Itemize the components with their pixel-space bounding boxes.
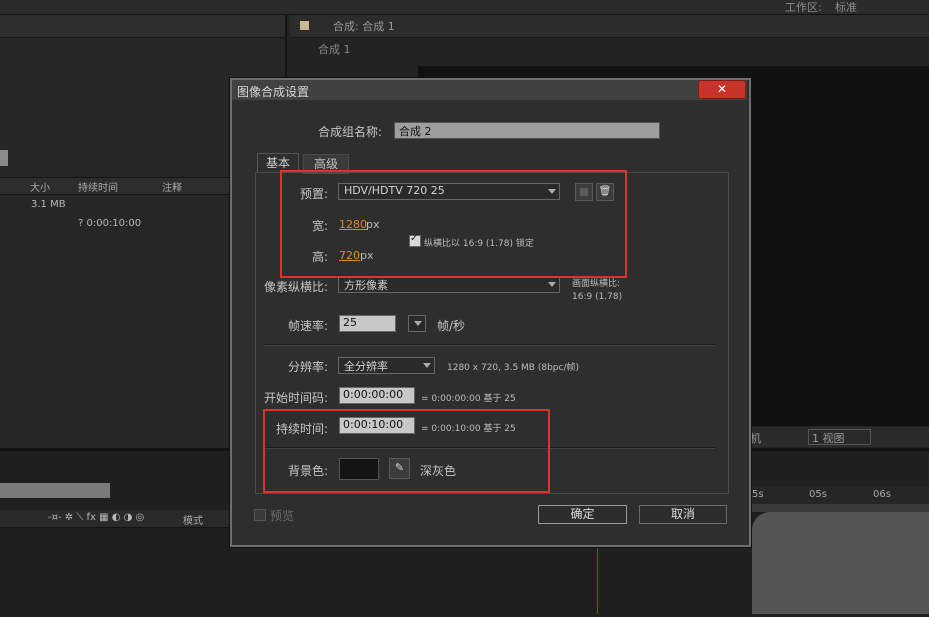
- preview-checkbox[interactable]: [254, 509, 266, 521]
- frame-rate-unit: 帧/秒: [437, 319, 466, 333]
- time-tick: 5s: [752, 489, 764, 500]
- frame-aspect-value: 16:9 (1.78): [572, 292, 623, 302]
- pixel-aspect-dropdown[interactable]: 方形像素: [338, 276, 560, 293]
- highlight-box-size: [280, 170, 627, 278]
- resolution-info: 1280 x 720, 3.5 MB (8bpc/帧): [447, 363, 579, 373]
- camera-select[interactable]: 机: [750, 430, 761, 446]
- column-comment[interactable]: 注释: [162, 179, 182, 194]
- frame-rate-input[interactable]: 25: [339, 315, 396, 332]
- close-button[interactable]: ✕: [698, 80, 746, 99]
- comp-name-label: 合成组名称:: [318, 125, 383, 139]
- switch-icons: -¤- ✲ ⟍ fx ▦ ◐ ◑ ◎: [48, 512, 145, 523]
- project-panel-tabbar: [0, 15, 285, 38]
- project-search-input[interactable]: [0, 150, 8, 166]
- divider: [263, 344, 715, 346]
- time-tick: 05s: [809, 489, 827, 500]
- column-duration[interactable]: 持续时间: [78, 179, 118, 194]
- resolution-dropdown[interactable]: 全分辨率: [338, 357, 435, 374]
- pixel-aspect-label: 像素纵横比:: [264, 280, 329, 294]
- frame-rate-dropdown[interactable]: [408, 315, 426, 332]
- cancel-button[interactable]: 取消: [639, 505, 727, 524]
- chevron-down-icon: [548, 282, 556, 287]
- tab-composition[interactable]: 合成: 合成 1: [300, 18, 395, 34]
- column-size[interactable]: 大小: [30, 179, 50, 194]
- composition-tab-label: 合成: 合成 1: [333, 20, 395, 33]
- mode-column-label: 模式: [183, 516, 203, 527]
- comp-name-input[interactable]: 合成 2: [394, 122, 660, 139]
- pixel-aspect-value: 方形像素: [344, 279, 388, 292]
- preview-label: 预览: [270, 509, 295, 523]
- ok-button[interactable]: 确定: [538, 505, 627, 524]
- frame-rate-label: 帧速率:: [288, 319, 329, 333]
- row-size: 3.1 MB: [31, 199, 66, 210]
- timeline-search-input[interactable]: [0, 483, 110, 498]
- resolution-label: 分辨率:: [288, 360, 329, 374]
- workspace-select[interactable]: 标准: [835, 0, 915, 15]
- time-tick: 06s: [873, 489, 891, 500]
- layer-track: [752, 512, 929, 614]
- breadcrumb[interactable]: 合成 1: [318, 41, 351, 57]
- dialog-title: 图像合成设置: [237, 85, 310, 99]
- work-area-bar[interactable]: [750, 504, 929, 512]
- start-timecode-info: = 0:00:00:00 基于 25: [421, 394, 516, 404]
- dialog-title-bar[interactable]: [232, 80, 747, 100]
- composition-icon: [300, 21, 309, 30]
- start-timecode-input[interactable]: 0:00:00:00: [339, 387, 415, 404]
- time-ruler[interactable]: [750, 486, 929, 504]
- chevron-down-icon: [423, 363, 431, 368]
- chevron-down-icon: [414, 321, 422, 326]
- resolution-value: 全分辨率: [344, 360, 388, 373]
- view-count-select[interactable]: 1 视图: [808, 429, 871, 445]
- workspace-label: 工作区:: [785, 1, 822, 14]
- playhead[interactable]: [597, 540, 598, 614]
- highlight-box-duration: [263, 409, 550, 493]
- row-duration: ? 0:00:10:00: [78, 218, 142, 229]
- start-timecode-label: 开始时间码:: [264, 391, 329, 405]
